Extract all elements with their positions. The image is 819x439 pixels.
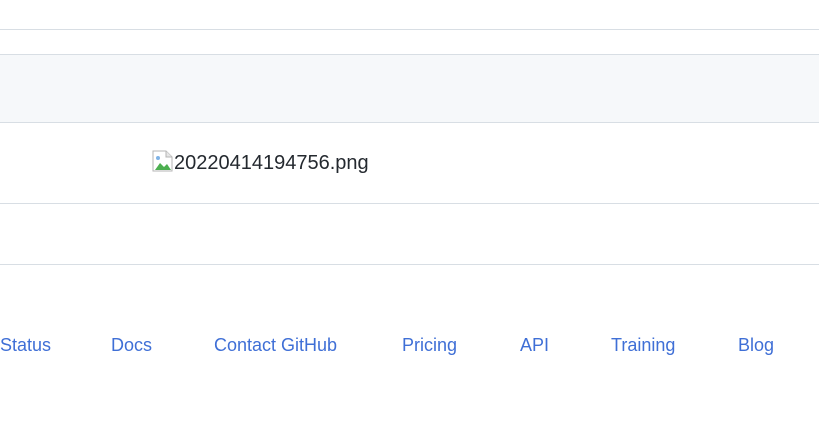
divider: [0, 203, 819, 204]
table-header-row: [0, 55, 819, 122]
broken-image: 20220414194756.png: [152, 148, 369, 178]
footer-link-pricing[interactable]: Pricing: [402, 333, 457, 357]
divider: [0, 264, 819, 265]
divider: [0, 29, 819, 30]
footer-link-blog[interactable]: Blog: [738, 333, 774, 357]
footer-link-contact-github[interactable]: Contact GitHub: [214, 333, 337, 357]
image-alt-text: 20220414194756.png: [174, 151, 369, 174]
divider: [0, 122, 819, 123]
footer-link-status[interactable]: Status: [0, 333, 51, 357]
footer-link-training[interactable]: Training: [611, 333, 675, 357]
footer-link-api[interactable]: API: [520, 333, 549, 357]
footer-nav: Status Docs Contact GitHub Pricing API T…: [0, 333, 819, 357]
footer-link-docs[interactable]: Docs: [111, 333, 152, 357]
broken-image-icon: [152, 150, 173, 172]
page: 20220414194756.png Status Docs Contact G…: [0, 0, 819, 439]
